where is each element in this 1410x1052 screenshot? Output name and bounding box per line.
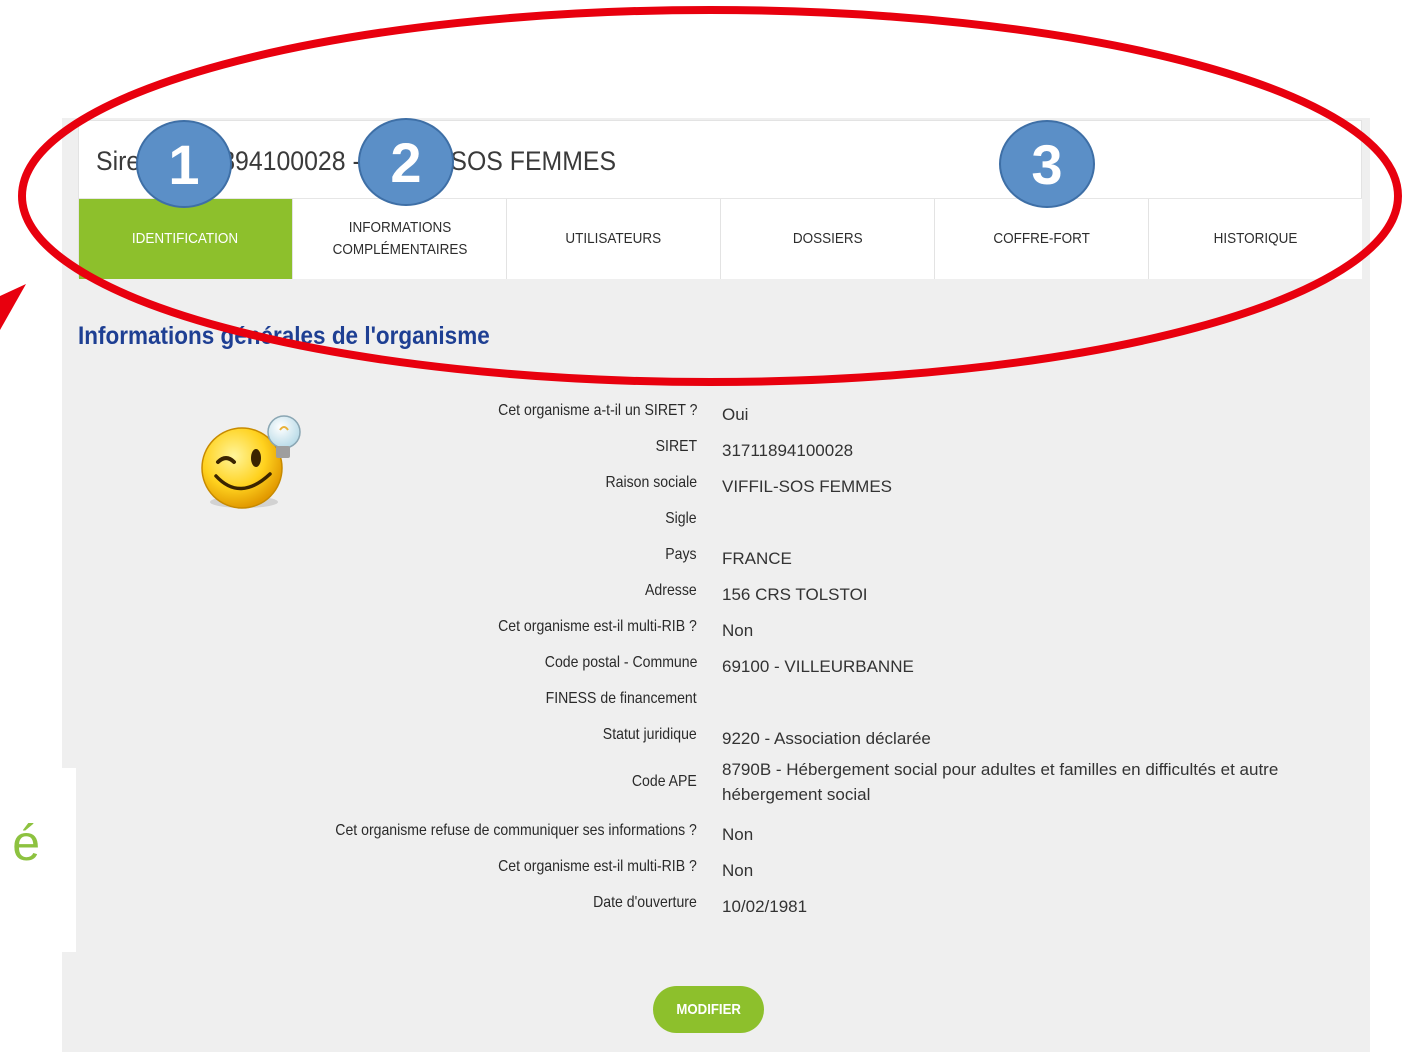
tab-identification[interactable]: IDENTIFICATION — [79, 199, 292, 279]
field-label: Cet organisme a-t-il un SIRET ? — [497, 402, 697, 419]
field-value: Oui — [722, 405, 749, 424]
tab-dossiers[interactable]: DOSSIERS — [720, 199, 934, 279]
field-row-adresse: Adresse 156 CRS TOLSTOI — [62, 576, 1370, 612]
tab-informations-complementaires[interactable]: INFORMATIONS COMPLÉMENTAIRES — [292, 199, 506, 279]
field-row-pays: Pays FRANCE — [62, 540, 1370, 576]
field-row-multi-rib: Cet organisme est-il multi-RIB ? Non — [62, 612, 1370, 648]
tab-utilisateurs[interactable]: UTILISATEURS — [506, 199, 720, 279]
field-value: 10/02/1981 — [722, 897, 808, 916]
organisation-details: Cet organisme a-t-il un SIRET ? Oui SIRET… — [62, 396, 1370, 924]
field-row-has-siret: Cet organisme a-t-il un SIRET ? Oui — [62, 396, 1370, 432]
field-label: Date d'ouverture — [593, 894, 697, 911]
field-label: Cet organisme est-il multi-RIB ? — [498, 618, 697, 635]
field-label: SIRET — [655, 438, 697, 455]
field-row-statut-juridique: Statut juridique 9220 - Association décla… — [62, 720, 1370, 756]
field-label: Sigle — [665, 510, 697, 527]
field-row-code-postal: Code postal - Commune 69100 - VILLEURBANN… — [62, 648, 1370, 684]
field-value: Non — [722, 861, 754, 880]
field-label: Adresse — [645, 582, 697, 599]
partial-logo-fragment: é — [12, 818, 40, 868]
section-title: Informations générales de l'organisme — [78, 322, 490, 350]
field-value: Non — [722, 621, 754, 640]
tab-historique[interactable]: HISTORIQUE — [1148, 199, 1362, 279]
field-row-date-ouverture: Date d'ouverture 10/02/1981 — [62, 888, 1370, 924]
field-label: FINESS de financement — [545, 690, 697, 707]
field-value: 31711894100028 — [722, 441, 854, 460]
field-value — [722, 684, 1312, 690]
field-row-raison-sociale: Raison sociale VIFFIL-SOS FEMMES — [62, 468, 1370, 504]
field-label: Cet organisme est-il multi-RIB ? — [498, 858, 697, 875]
field-value: VIFFIL-SOS FEMMES — [722, 477, 893, 496]
annotation-badge-2: 2 — [358, 118, 454, 206]
field-value: 156 CRS TOLSTOI — [722, 585, 868, 604]
field-value: FRANCE — [722, 549, 792, 568]
field-row-code-ape: Code APE 8790B - Hébergement social pour … — [62, 756, 1370, 816]
field-row-refuse-communiquer: Cet organisme refuse de communiquer ses … — [62, 816, 1370, 852]
field-label: Pays — [665, 546, 697, 563]
field-value: 69100 - VILLEURBANNE — [722, 657, 914, 676]
field-label: Raison sociale — [605, 474, 697, 491]
field-value: 9220 - Association déclarée — [722, 729, 931, 748]
field-row-sigle: Sigle — [62, 504, 1370, 540]
tab-coffre-fort[interactable]: COFFRE-FORT — [934, 199, 1148, 279]
annotation-badge-3: 3 — [999, 120, 1095, 208]
annotation-badge-1: 1 — [136, 120, 232, 208]
tab-bar: IDENTIFICATION INFORMATIONS COMPLÉMENTAI… — [79, 198, 1362, 279]
annotation-arrow-tip — [0, 284, 26, 330]
field-label: Code postal - Commune — [544, 654, 697, 671]
field-label: Code APE — [632, 773, 697, 790]
field-row-multi-rib-2: Cet organisme est-il multi-RIB ? Non — [62, 852, 1370, 888]
field-value: 8790B - Hébergement social pour adultes … — [722, 760, 1279, 804]
field-value — [722, 504, 1312, 510]
field-row-siret: SIRET 31711894100028 — [62, 432, 1370, 468]
modify-button[interactable]: MODIFIER — [653, 986, 764, 1033]
field-label: Cet organisme refuse de communiquer ses … — [335, 822, 697, 839]
field-value: Non — [722, 825, 754, 844]
field-row-finess: FINESS de financement — [62, 684, 1370, 720]
field-label: Statut juridique — [603, 726, 697, 743]
